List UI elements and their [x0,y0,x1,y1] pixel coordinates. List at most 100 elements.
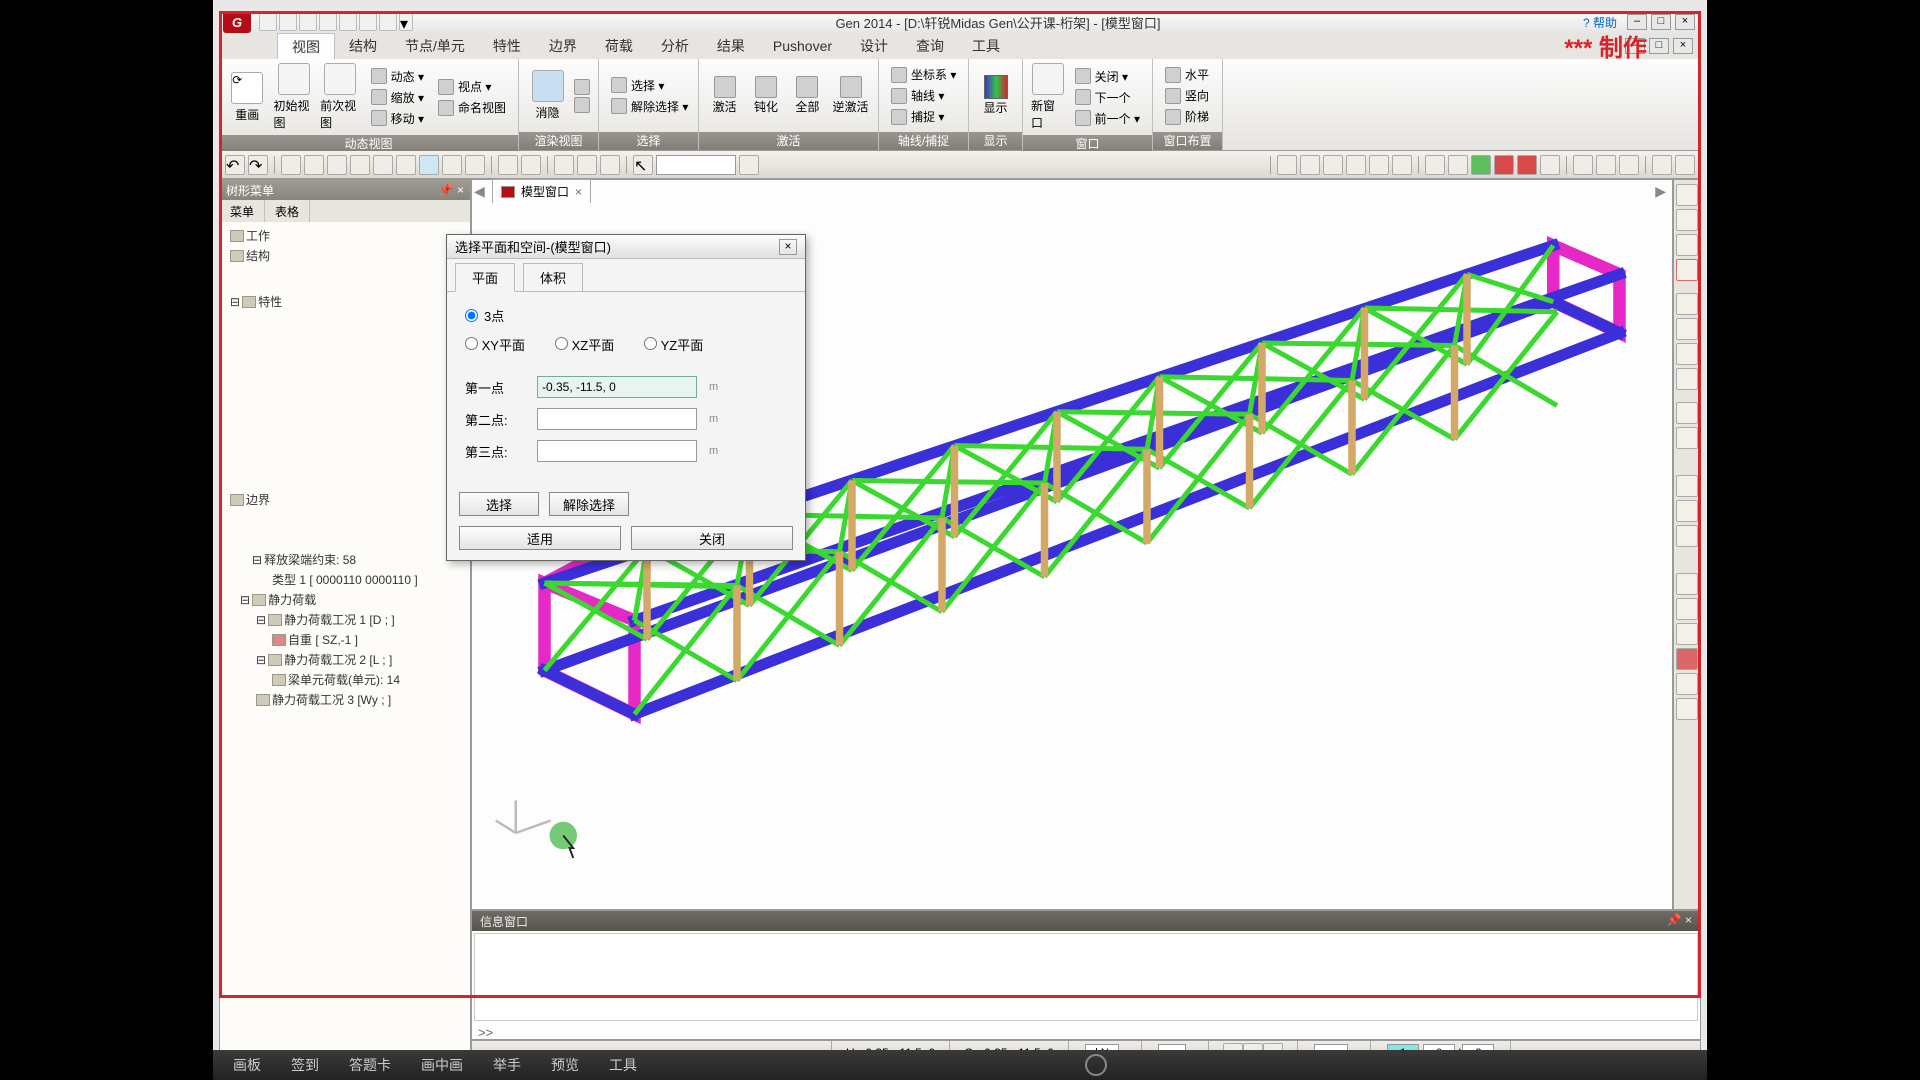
rt-button[interactable] [1676,209,1698,231]
display-button[interactable]: 显示 [977,75,1014,116]
tab-nav-right[interactable]: ▶ [1655,183,1666,200]
tree-node[interactable]: ⊟ 特性 [224,292,466,312]
cursor-button[interactable]: ↖ [633,155,653,175]
close-icon[interactable]: × [575,185,582,199]
tool-button[interactable] [327,155,347,175]
tool-button[interactable] [1392,155,1412,175]
rt-button[interactable] [1676,259,1698,281]
qat-dropdown[interactable]: ▾ [399,13,413,31]
menu-result[interactable]: 结果 [703,33,759,59]
tree-tab-table[interactable]: 表格 [265,200,310,222]
prev-view-button[interactable]: 前次视图 [320,63,361,131]
menu-view[interactable]: 视图 [277,33,335,60]
tool-button[interactable] [577,155,597,175]
tool-button[interactable] [465,155,485,175]
zoom-button[interactable]: 缩放 ▾ [367,88,428,107]
horizontal-button[interactable]: 水平 [1161,65,1213,84]
all-button[interactable]: 全部 [790,76,825,115]
qat-btn[interactable] [299,13,317,31]
tab-nav-left[interactable]: ◀ [474,183,485,200]
rt-button[interactable] [1676,234,1698,256]
tool-button[interactable] [1300,155,1320,175]
tool-button[interactable] [373,155,393,175]
pin-icon[interactable]: 📌 [1667,913,1682,927]
radio-xy[interactable] [465,337,478,350]
power-icon[interactable] [1085,1054,1107,1076]
tool-button[interactable] [281,155,301,175]
undo-button[interactable]: ↶ [225,155,245,175]
init-view-button[interactable]: 初始视图 [274,63,315,131]
redo-button[interactable]: ↷ [248,155,268,175]
qat-btn[interactable] [279,13,297,31]
close-button[interactable]: × [1675,14,1695,30]
rt-button[interactable] [1676,525,1698,547]
tree-node[interactable]: 梁单元荷载(单元): 14 [224,670,466,690]
point1-input[interactable] [537,376,697,398]
render-icon[interactable] [574,79,590,95]
rt-button[interactable] [1676,573,1698,595]
render-icon[interactable] [574,97,590,113]
doc-close[interactable]: × [1673,38,1693,54]
redraw-button[interactable]: ⟳重画 [227,72,268,123]
tab-plane[interactable]: 平面 [455,263,515,292]
tab-preview[interactable]: 预览 [551,1055,579,1075]
rt-button[interactable] [1676,293,1698,315]
rt-button[interactable] [1676,402,1698,424]
menu-load[interactable]: 荷载 [591,33,647,59]
document-tab[interactable]: 模型窗口 × [492,179,591,203]
tool-button[interactable] [1323,155,1343,175]
rt-button[interactable] [1676,673,1698,695]
tree-node[interactable]: ⊟ 释放梁端约束: 58 [224,550,466,570]
tab-pip[interactable]: 画中画 [421,1055,463,1075]
qat-btn[interactable] [259,13,277,31]
tree-tab-menu[interactable]: 菜单 [220,200,265,222]
menu-query[interactable]: 查询 [902,33,958,59]
panel-close-icon[interactable]: × [457,183,464,197]
hidden-line-button[interactable]: 消隐 [527,70,568,121]
menu-pushover[interactable]: Pushover [759,35,846,57]
apply-button[interactable]: 适用 [459,526,621,550]
vertical-button[interactable]: 竖向 [1161,86,1213,105]
named-view-button[interactable]: 命名视图 [434,98,510,117]
tree-node[interactable]: ⊟ 静力荷载工况 1 [D ; ] [224,610,466,630]
coord-button[interactable]: 坐标系 ▾ [887,65,960,84]
tool-button[interactable] [1619,155,1639,175]
tool-button[interactable] [1675,155,1695,175]
tool-button[interactable] [498,155,518,175]
new-window-button[interactable]: 新窗口 [1031,63,1065,131]
tool-button[interactable] [350,155,370,175]
select-button[interactable]: 选择 ▾ [607,76,692,95]
tool-button[interactable] [419,155,439,175]
tree-node[interactable]: ⊟ 静力荷载工况 2 [L ; ] [224,650,466,670]
dialog-close-button[interactable]: × [779,239,797,255]
tool-button[interactable] [739,155,759,175]
tool-button[interactable] [1425,155,1445,175]
menu-tools[interactable]: 工具 [958,33,1014,59]
tab-tools[interactable]: 工具 [609,1055,637,1075]
tree-node[interactable]: 类型 1 [ 0000110 0000110 ] [224,570,466,590]
model-viewport[interactable]: ◀ 模型窗口 × ▶ [471,179,1673,910]
tab-raise-hand[interactable]: 举手 [493,1055,521,1075]
radio-yz[interactable] [644,337,657,350]
next-window-button[interactable]: 下一个 [1071,88,1144,107]
rt-button[interactable] [1676,343,1698,365]
menu-design[interactable]: 设计 [846,33,902,59]
tool-button[interactable] [1369,155,1389,175]
tool-button[interactable] [1471,155,1491,175]
tool-button[interactable] [442,155,462,175]
rt-button[interactable] [1676,623,1698,645]
activate-button[interactable]: 激活 [707,76,742,115]
rt-button[interactable] [1676,368,1698,390]
point2-input[interactable] [537,408,697,430]
prev-window-button[interactable]: 前一个 ▾ [1071,109,1144,128]
pan-button[interactable]: 移动 ▾ [367,109,428,128]
selection-combo[interactable] [656,155,736,175]
inverse-activate-button[interactable]: 逆激活 [831,76,870,115]
unselect-button[interactable]: 解除选择 ▾ [607,97,692,116]
unselect-button[interactable]: 解除选择 [549,492,629,516]
tree-node[interactable]: 边界 [224,490,466,510]
deactivate-button[interactable]: 钝化 [748,76,783,115]
close-window-button[interactable]: 关闭 ▾ [1071,67,1144,86]
menu-analysis[interactable]: 分析 [647,33,703,59]
tool-button[interactable] [1596,155,1616,175]
